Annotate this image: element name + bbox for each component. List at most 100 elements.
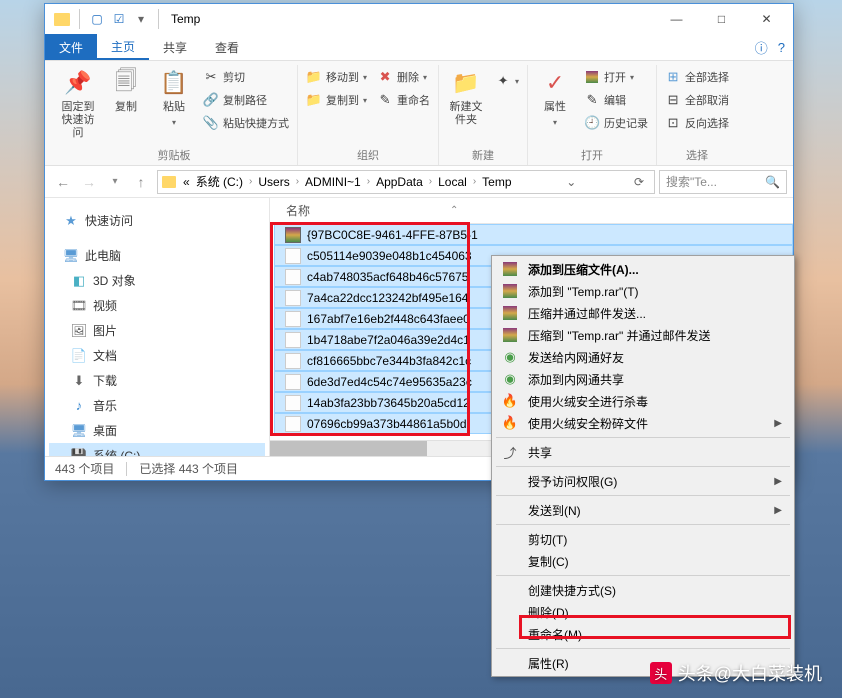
new-item-button[interactable]: ✦▾ (491, 71, 523, 91)
maximize-button[interactable]: □ (699, 4, 744, 34)
nav-downloads[interactable]: ⬇下载 (49, 368, 265, 393)
ctx-rename[interactable]: 重命名(M) (494, 623, 792, 645)
help-icon[interactable]: ? (778, 40, 785, 55)
refresh-icon[interactable]: ⟳ (628, 175, 650, 189)
ribbon-collapse-icon[interactable]: ⓘ (755, 38, 768, 57)
window-title: Temp (171, 12, 200, 26)
ribbon: 📌固定到快速访问 🗐复制 📋粘贴▾ ✂剪切 🔗复制路径 📎粘贴快捷方式 剪贴板 … (45, 61, 793, 166)
ctx-delete[interactable]: 删除(D) (494, 601, 792, 623)
watermark: 头 头条@大白菜装机 (650, 660, 822, 686)
file-row[interactable]: {97BC0C8E-9461-4FFE-87B5-1 (274, 224, 793, 245)
file-icon (285, 395, 301, 411)
nav-this-pc[interactable]: 🖥此电脑 (49, 243, 265, 268)
file-name: 167abf7e16eb2f448c643faee0 (307, 312, 470, 326)
ctx-create-shortcut[interactable]: 创建快捷方式(S) (494, 579, 792, 601)
ctx-send-neitong[interactable]: ◉发送给内网通好友 (494, 346, 792, 368)
newfolder-button[interactable]: 📁新建文件夹 (443, 65, 489, 129)
tab-file[interactable]: 文件 (45, 34, 97, 60)
horizontal-scrollbar[interactable] (270, 441, 427, 456)
ctx-huorong-shred[interactable]: 🔥使用火绒安全粉碎文件▶ (494, 412, 792, 434)
qat-save-icon[interactable]: ▢ (88, 10, 106, 28)
copypath-button[interactable]: 🔗复制路径 (199, 90, 293, 110)
search-icon: 🔍 (765, 175, 780, 189)
address-bar-row: ← → ▾ ↑ « 系统 (C:)› Users› ADMINI~1› AppD… (45, 166, 793, 198)
moveto-button[interactable]: 📁移动到 ▾ (302, 67, 371, 87)
nav-documents[interactable]: 📄文档 (49, 343, 265, 368)
paste-button[interactable]: 📋粘贴▾ (151, 65, 197, 129)
file-icon (285, 311, 301, 327)
nav-quick-access[interactable]: ★快速访问 (49, 208, 265, 233)
ctx-add-temp-rar[interactable]: 添加到 "Temp.rar"(T) (494, 280, 792, 302)
nav-3d-objects[interactable]: ◧3D 对象 (49, 268, 265, 293)
qat-dropdown-icon[interactable]: ▾ (132, 10, 150, 28)
up-button[interactable]: ↑ (129, 170, 153, 194)
recent-dropdown[interactable]: ▾ (103, 170, 127, 194)
ctx-copy[interactable]: 复制(C) (494, 550, 792, 572)
ctx-cut[interactable]: 剪切(T) (494, 528, 792, 550)
file-icon (285, 353, 301, 369)
tab-share[interactable]: 共享 (149, 34, 201, 60)
archive-icon (285, 227, 301, 243)
invert-button[interactable]: ⊡反向选择 (661, 113, 733, 133)
nav-c-drive[interactable]: 💾系统 (C:) (49, 443, 265, 456)
file-name: 7a4ca22dcc123242bf495e164 (307, 291, 468, 305)
tab-view[interactable]: 查看 (201, 34, 253, 60)
ctx-add-neitong[interactable]: ◉添加到内网通共享 (494, 368, 792, 390)
delete-button[interactable]: ✖删除 ▾ (373, 67, 434, 87)
breadcrumb-segment: 系统 (C:)› (193, 173, 256, 190)
ctx-grant-access[interactable]: 授予访问权限(G)▶ (494, 470, 792, 492)
file-icon (285, 332, 301, 348)
close-button[interactable]: ✕ (744, 4, 789, 34)
breadcrumb-segment: AppData› (373, 175, 435, 189)
nav-music[interactable]: ♪音乐 (49, 393, 265, 418)
selectnone-button[interactable]: ⊟全部取消 (661, 90, 733, 110)
file-name: 14ab3fa23bb73645b20a5cd12 (307, 396, 470, 410)
ctx-compress-temp-email[interactable]: 压缩到 "Temp.rar" 并通过邮件发送 (494, 324, 792, 346)
file-name: cf816665bbc7e344b3fa842c1c (307, 354, 471, 368)
history-button[interactable]: 🕘历史记录 (580, 113, 652, 133)
file-icon (285, 416, 301, 432)
file-name: 6de3d7ed4c54c74e95635a23c (307, 375, 472, 389)
rename-button[interactable]: ✎重命名 (373, 90, 434, 110)
copyto-button[interactable]: 📁复制到 ▾ (302, 90, 371, 110)
ctx-send-to[interactable]: 发送到(N)▶ (494, 499, 792, 521)
nav-desktop[interactable]: 🖥桌面 (49, 418, 265, 443)
file-icon (285, 269, 301, 285)
context-menu: 添加到压缩文件(A)... 添加到 "Temp.rar"(T) 压缩并通过邮件发… (491, 255, 795, 677)
selectall-button[interactable]: ⊞全部选择 (661, 67, 733, 87)
titlebar: ▢ ☑ ▾ Temp — □ ✕ (45, 4, 793, 34)
folder-icon (162, 176, 176, 188)
address-bar[interactable]: « 系统 (C:)› Users› ADMINI~1› AppData› Loc… (157, 170, 655, 194)
cut-button[interactable]: ✂剪切 (199, 67, 293, 87)
open-button[interactable]: 打开 ▾ (580, 67, 652, 87)
status-count: 443 个项目 (55, 460, 114, 477)
column-header-name[interactable]: 名称⌃ (270, 198, 793, 224)
tab-home[interactable]: 主页 (97, 34, 149, 60)
qat-check-icon[interactable]: ☑ (110, 10, 128, 28)
folder-icon (53, 10, 71, 28)
edit-button[interactable]: ✎编辑 (580, 90, 652, 110)
properties-button[interactable]: ✓属性▾ (532, 65, 578, 129)
back-button[interactable]: ← (51, 170, 75, 194)
nav-pictures[interactable]: 🖼图片 (49, 318, 265, 343)
search-input[interactable]: 搜索"Te... 🔍 (659, 170, 787, 194)
forward-button[interactable]: → (77, 170, 101, 194)
ctx-huorong-scan[interactable]: 🔥使用火绒安全进行杀毒 (494, 390, 792, 412)
paste-shortcut-button[interactable]: 📎粘贴快捷方式 (199, 113, 293, 133)
copy-button[interactable]: 🗐复制 (103, 65, 149, 116)
navigation-pane: ★快速访问 🖥此电脑 ◧3D 对象 🎞视频 🖼图片 📄文档 ⬇下载 ♪音乐 🖥桌… (45, 198, 270, 456)
file-name: c505114e9039e048b1c454063 (307, 249, 472, 263)
file-icon (285, 248, 301, 264)
breadcrumb-segment: Temp (479, 175, 514, 189)
addr-dropdown-icon[interactable]: ⌄ (560, 175, 582, 189)
file-icon (285, 290, 301, 306)
pin-button[interactable]: 📌固定到快速访问 (55, 65, 101, 143)
ctx-add-archive[interactable]: 添加到压缩文件(A)... (494, 258, 792, 280)
nav-videos[interactable]: 🎞视频 (49, 293, 265, 318)
minimize-button[interactable]: — (654, 4, 699, 34)
breadcrumb-segment: ADMINI~1› (302, 175, 373, 189)
ctx-share[interactable]: ⤴共享 (494, 441, 792, 463)
ctx-compress-email[interactable]: 压缩并通过邮件发送... (494, 302, 792, 324)
watermark-logo-icon: 头 (650, 662, 672, 684)
ribbon-tabs: 文件 主页 共享 查看 ⓘ ? (45, 34, 793, 61)
